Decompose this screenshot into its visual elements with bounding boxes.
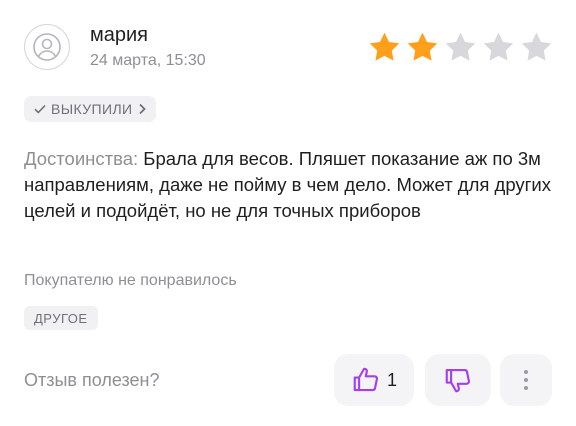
star-icon [445, 32, 476, 61]
star-icon [369, 32, 400, 61]
check-icon [34, 104, 46, 114]
category-tag: ДРУГОЕ [24, 306, 98, 330]
star-icon [483, 32, 514, 61]
like-button[interactable]: 1 [334, 354, 414, 406]
helpful-question: Отзыв полезен? [24, 370, 160, 390]
star-icon [407, 32, 438, 61]
review-date: 24 марта, 15:30 [90, 52, 206, 69]
star-icon [521, 32, 552, 61]
buyer-verdict: Покупателю не понравилось [24, 272, 237, 289]
thumbs-up-icon [353, 367, 378, 392]
pros-label: Достоинства: [24, 148, 139, 169]
like-count: 1 [386, 369, 397, 390]
review-body: Достоинства: Брала для весов. Пляшет пок… [24, 146, 554, 224]
rating-stars [367, 30, 554, 65]
user-avatar-icon [24, 24, 70, 70]
purchased-label: ВЫКУПИЛИ [51, 101, 133, 117]
more-vertical-icon [524, 370, 528, 390]
chevron-right-icon [138, 103, 146, 115]
thumbs-down-icon [445, 368, 470, 393]
review-header: мария 24 марта, 15:30 [24, 24, 554, 76]
dislike-button[interactable] [425, 354, 491, 406]
more-options-button[interactable] [500, 354, 552, 406]
author-name: мария [90, 24, 148, 46]
purchased-badge[interactable]: ВЫКУПИЛИ [24, 96, 156, 122]
